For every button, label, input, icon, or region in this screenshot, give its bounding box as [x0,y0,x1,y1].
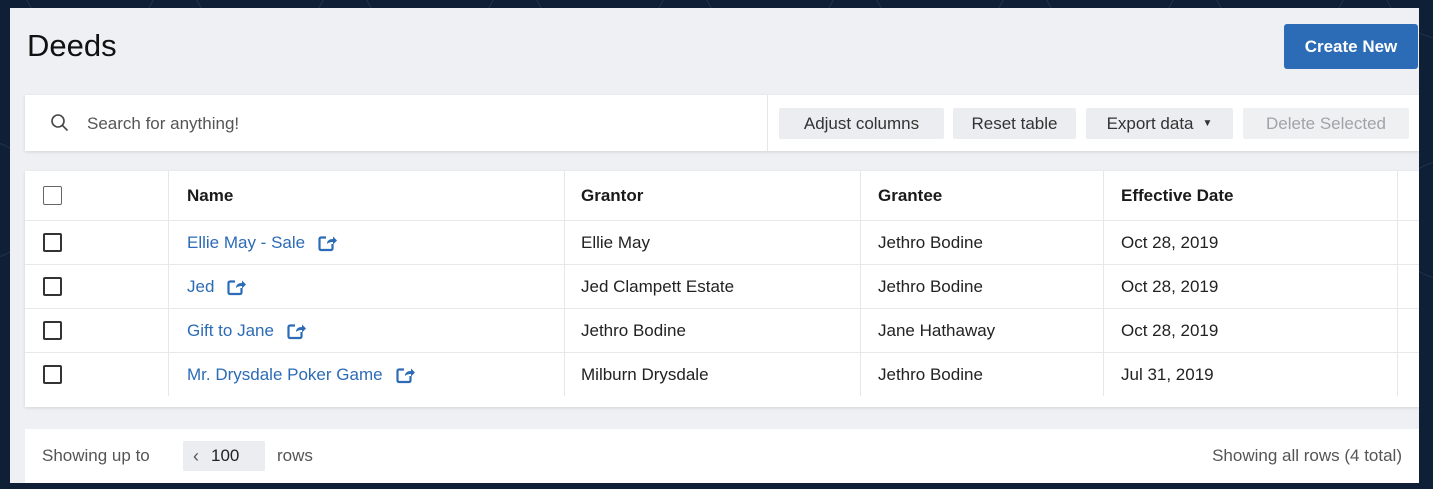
deeds-table: Name Grantor Grantee Effective Date Elli… [25,171,1419,407]
export-data-button[interactable]: Export data ▼ [1086,108,1233,139]
adjust-columns-button[interactable]: Adjust columns [779,108,944,139]
create-new-button[interactable]: Create New [1284,24,1418,69]
page-title: Deeds [27,28,117,63]
row-checkbox[interactable] [43,321,62,340]
row-select-cell [25,221,168,264]
rows-label: rows [277,446,313,465]
deeds-panel: Deeds Create New Adjust columns Reset ta… [10,8,1419,483]
showing-up-to-label: Showing up to [42,446,150,465]
grantee-cell: Jane Hathaway [860,309,1103,352]
grantee-cell: Jethro Bodine [860,265,1103,308]
name-cell: Gift to Jane [168,309,564,352]
search-input[interactable] [85,105,769,143]
deed-name-link[interactable]: Mr. Drysdale Poker Game [187,365,383,385]
open-external-icon[interactable] [227,278,247,296]
column-header-grantee[interactable]: Grantee [860,171,1103,220]
toolbar-divider [767,95,768,151]
deed-name-link[interactable]: Jed [187,277,214,297]
select-all-checkbox[interactable] [43,186,62,205]
grantor-cell: Jethro Bodine [564,309,860,352]
open-external-icon[interactable] [287,322,307,340]
chevron-left-icon: ‹ [193,445,199,466]
table-header-row: Name Grantor Grantee Effective Date [25,171,1419,221]
row-count-summary: Showing all rows (4 total) [1212,446,1402,465]
extra-cell [1397,309,1419,352]
table-row: Ellie May - Sale Ellie May Jethro Bodine… [25,221,1419,265]
row-checkbox[interactable] [43,365,62,384]
table-row: Mr. Drysdale Poker Game Milburn Drysdale… [25,353,1419,396]
extra-cell [1397,353,1419,396]
grantor-cell: Ellie May [564,221,860,264]
table-toolbar: Adjust columns Reset table Export data ▼… [25,95,1419,151]
deed-name-link[interactable]: Ellie May - Sale [187,233,305,253]
rows-per-page-value: 100 [211,446,240,465]
grantor-cell: Milburn Drysdale [564,353,860,396]
grantor-cell: Jed Clampett Estate [564,265,860,308]
name-cell: Ellie May - Sale [168,221,564,264]
delete-selected-label: Delete Selected [1265,113,1387,133]
effective-date-cell: Oct 28, 2019 [1103,309,1397,352]
search-icon [51,114,68,131]
effective-date-cell: Jul 31, 2019 [1103,353,1397,396]
grantee-cell: Jethro Bodine [860,221,1103,264]
rows-per-page-select[interactable]: ‹ 100 [183,441,265,471]
extra-cell [1397,221,1419,264]
reset-table-label: Reset table [971,113,1058,133]
extra-cell [1397,265,1419,308]
deed-name-link[interactable]: Gift to Jane [187,321,274,341]
row-checkbox[interactable] [43,277,62,296]
row-select-cell [25,265,168,308]
effective-date-cell: Oct 28, 2019 [1103,221,1397,264]
table-row: Gift to Jane Jethro Bodine Jane Hathaway… [25,309,1419,353]
row-checkbox[interactable] [43,233,62,252]
export-data-label: Export data [1106,113,1194,133]
caret-down-icon: ▼ [1202,118,1213,129]
column-header-effective-date[interactable]: Effective Date [1103,171,1397,220]
table-row: Jed Jed Clampett Estate Jethro Bodine Oc… [25,265,1419,309]
column-header-grantor[interactable]: Grantor [564,171,860,220]
column-header-name[interactable]: Name [168,171,564,220]
row-select-cell [25,309,168,352]
table-footer: Showing up to ‹ 100 rows Showing all row… [25,429,1419,483]
open-external-icon[interactable] [395,366,416,384]
name-cell: Mr. Drysdale Poker Game [168,353,564,396]
column-header-extra [1397,171,1419,220]
delete-selected-button[interactable]: Delete Selected [1243,108,1409,139]
select-all-cell [25,171,168,220]
open-external-icon[interactable] [318,234,338,252]
reset-table-button[interactable]: Reset table [953,108,1076,139]
grantee-cell: Jethro Bodine [860,353,1103,396]
adjust-columns-label: Adjust columns [803,113,920,133]
name-cell: Jed [168,265,564,308]
row-select-cell [25,353,168,396]
effective-date-cell: Oct 28, 2019 [1103,265,1397,308]
